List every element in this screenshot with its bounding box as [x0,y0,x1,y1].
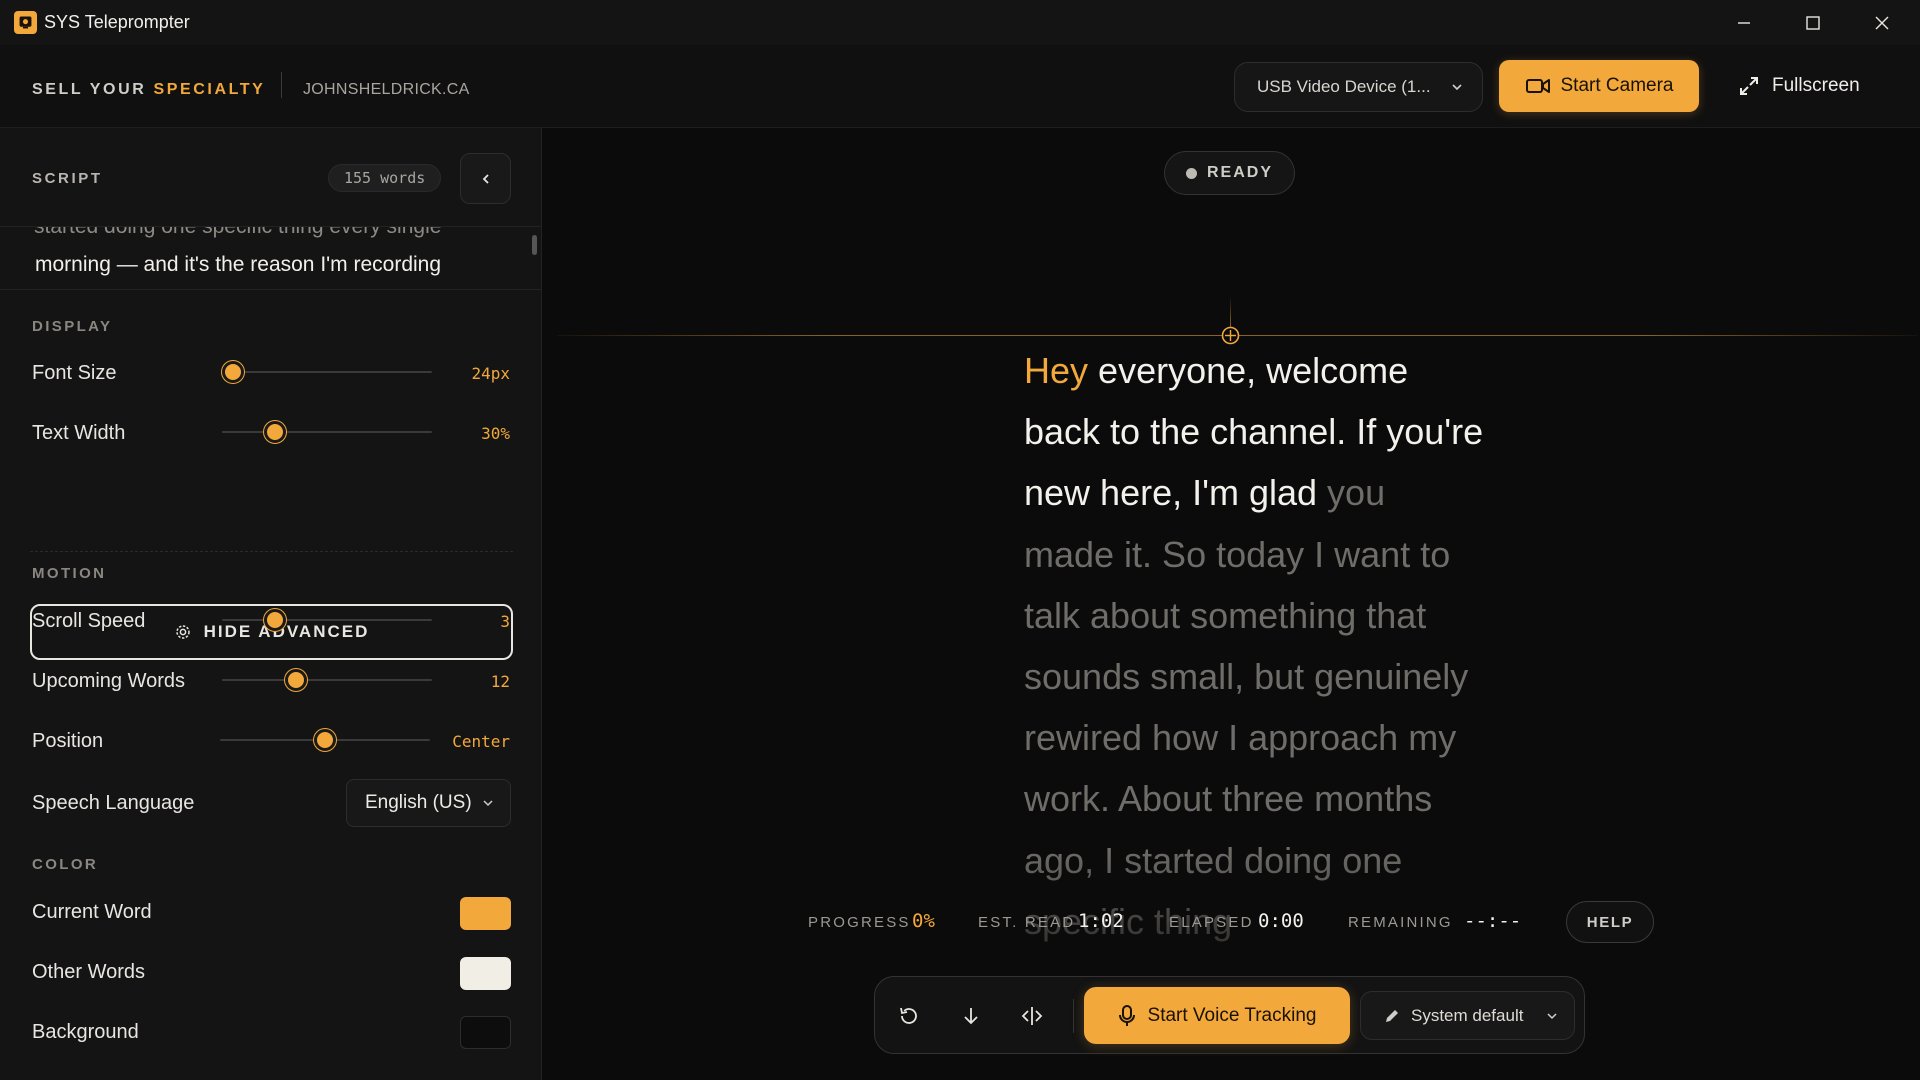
start-voice-tracking-button[interactable]: Start Voice Tracking [1084,987,1350,1044]
chevron-down-icon [483,800,493,807]
background-color-swatch[interactable] [460,1016,511,1049]
hide-advanced-label: HIDE ADVANCED [203,622,370,641]
text-width-slider[interactable] [222,431,432,433]
chevron-left-icon [482,173,489,184]
microphone-value: System default [1411,1005,1524,1025]
window-title: SYS Teleprompter [44,12,190,32]
brand-name: SELL YOUR SPECIALTY [32,81,265,99]
help-button[interactable]: HELP [1566,901,1654,943]
voice-tracking-label: Start Voice Tracking [1147,1004,1317,1026]
mirror-button[interactable] [1012,996,1052,1036]
app-header: SELL YOUR SPECIALTY JOHNSHELDRICK.CA USB… [0,45,1920,128]
text-width-slider-thumb[interactable] [263,421,286,443]
progress-value: 0% [912,910,935,932]
upcoming-words-label: Upcoming Words [32,670,186,692]
status-badge: READY [1164,151,1295,195]
script-scrollbar[interactable] [532,235,537,255]
start-camera-button[interactable]: Start Camera [1499,60,1699,112]
script-previous-line: started doing one specific thing every s… [34,226,442,238]
microphone-select[interactable]: System default [1360,991,1575,1040]
est-read-label: EST. READ [978,914,1076,931]
active-text: everyone, welcome back to the channel. I… [1024,350,1484,514]
upcoming-words-slider-thumb[interactable] [284,669,307,691]
est-read-value: 1:02 [1078,910,1124,932]
teleprompter-stage: READY Hey everyone, welcome back to the … [542,128,1920,1080]
brand-divider [281,72,282,98]
brand-accent: SPECIALTY [153,81,266,98]
word-count-badge: 155 words [328,164,442,192]
position-slider-thumb[interactable] [314,729,336,751]
title-bar: SYS Teleprompter [0,0,1920,45]
font-size-slider-thumb[interactable] [221,361,244,383]
speech-language-label: Speech Language [32,792,195,814]
other-words-color-swatch[interactable] [460,957,511,990]
camera-icon [1525,79,1550,93]
text-width-value: 30% [481,424,510,443]
status-dot-icon [1185,167,1197,179]
text-width-label: Text Width [32,422,126,444]
app-logo-icon [14,11,37,34]
fullscreen-label: Fullscreen [1772,75,1860,96]
chevron-down-icon [1547,1013,1557,1020]
remaining-value: --:-- [1464,910,1522,932]
speech-language-value: English (US) [365,792,472,813]
microphone-icon [1118,1004,1135,1026]
scroll-speed-slider[interactable] [222,619,432,621]
script-section-title: SCRIPT [32,170,103,187]
settings-sidebar: SCRIPT 155 words started doing one speci… [0,128,542,1080]
pen-icon [1386,1009,1398,1022]
fullscreen-button[interactable]: Fullscreen [1738,60,1878,112]
script-current-line: morning — and it's the reason I'm record… [35,253,442,276]
color-group-label: COLOR [32,856,99,873]
playback-controls: Start Voice Tracking System default [874,976,1585,1054]
display-group-label: DISPLAY [32,318,113,335]
upcoming-words-value: 12 [490,672,510,691]
position-label: Position [32,730,104,752]
reset-icon [900,1007,917,1024]
font-size-slider[interactable] [222,371,432,373]
gear-icon [175,625,190,639]
speech-language-select[interactable]: English (US) [346,779,511,827]
status-label: READY [1206,164,1273,181]
elapsed-label: ELAPSED [1169,914,1254,931]
expand-icon [1740,77,1758,95]
camera-device-value: USB Video Device (1... [1257,77,1431,96]
scroll-speed-value: 3 [500,612,510,631]
scroll-speed-slider-thumb[interactable] [263,609,286,631]
script-editor[interactable]: started doing one specific thing every s… [0,226,541,290]
font-size-value: 24px [471,364,510,383]
controls-divider [1073,999,1074,1033]
brand-site-link[interactable]: JOHNSHELDRICK.CA [303,81,470,99]
brand-prefix: SELL YOUR [32,81,147,98]
minimize-icon [1738,21,1750,24]
motion-group-label: MOTION [32,565,107,582]
elapsed-value: 0:00 [1258,910,1304,932]
maximize-icon [1806,15,1820,30]
collapse-sidebar-button[interactable] [460,153,511,204]
chevron-down-icon [1452,84,1462,91]
close-icon [1875,16,1889,29]
camera-device-select[interactable]: USB Video Device (1... [1234,62,1483,112]
current-word-color-label: Current Word [32,901,152,923]
position-value: Center [452,732,510,751]
minimize-button[interactable] [1712,0,1776,45]
current-word-color-swatch[interactable] [460,897,511,930]
maximize-button[interactable] [1781,0,1845,45]
remaining-label: REMAINING [1348,914,1453,931]
start-camera-label: Start Camera [1560,75,1674,96]
arrow-down-icon [964,1008,978,1025]
font-size-label: Font Size [32,362,117,384]
scroll-down-button[interactable] [951,996,991,1036]
close-button[interactable] [1850,0,1914,45]
scroll-speed-label: Scroll Speed [32,610,146,632]
current-word: Hey [1024,350,1089,391]
upcoming-words-slider[interactable] [222,679,432,681]
background-color-label: Background [32,1021,139,1043]
section-divider [30,551,513,552]
other-words-color-label: Other Words [32,961,145,983]
reset-button[interactable] [889,996,929,1036]
mirror-icon [1021,1007,1043,1025]
progress-label: PROGRESS [808,914,911,931]
